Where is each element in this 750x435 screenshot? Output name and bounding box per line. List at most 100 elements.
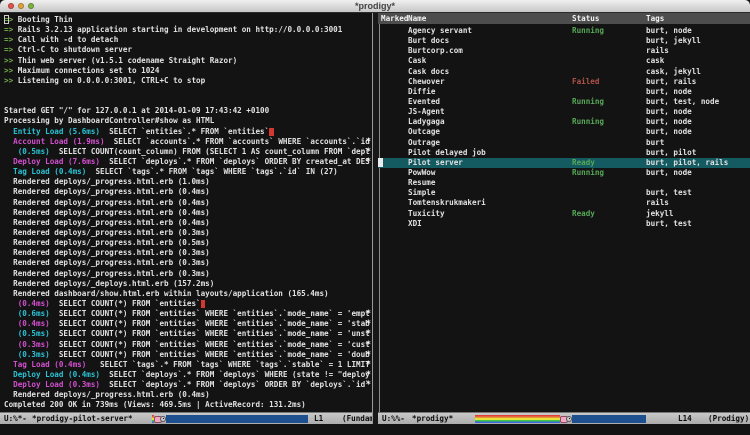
line-truncation-indicator: *	[366, 329, 371, 339]
service-row-tuxicity[interactable]: TuxicityReadyjekyll	[378, 209, 750, 219]
service-status: Running	[572, 26, 604, 36]
column-header-name: Name	[408, 13, 426, 24]
prodigy-pane[interactable]: Marked Name Status Tags Agency servantRu…	[378, 13, 750, 435]
service-name: PowWow	[408, 168, 435, 178]
log-line: Tag Load (0.4ms) SELECT `tags`.* FROM `t…	[4, 360, 372, 370]
line-truncation-indicator: *	[366, 350, 371, 360]
nyan-cat-icon	[560, 415, 572, 423]
service-row-burt-docs[interactable]: Burt docsburt, jekyll	[378, 36, 750, 46]
service-name: Simple	[408, 188, 435, 198]
service-name: JS-Agent	[408, 107, 445, 117]
service-name: Diffie	[408, 87, 435, 97]
buffer-state-flags: U:%%-	[382, 414, 405, 424]
log-line: Deploy Load (0.4ms) SELECT `deploys`.* F…	[4, 370, 372, 380]
nyan-progress-bar	[475, 415, 646, 423]
log-line: Processing by DashboardController#show a…	[4, 116, 372, 126]
service-row-cask-docs[interactable]: Cask docscask, jekyll	[378, 67, 750, 77]
service-tags: burt, node	[646, 107, 692, 117]
service-row-diffie[interactable]: Diffieburt, node	[378, 87, 750, 97]
service-row-powwow[interactable]: PowWowRunningburt, node	[378, 168, 750, 178]
log-line: Rendered deploys/_progress.html.erb (0.4…	[4, 218, 372, 228]
service-row-chewover[interactable]: ChewoverFailedburt, rails	[378, 77, 750, 87]
line-truncation-indicator: *	[366, 157, 371, 167]
log-line: Completed 200 OK in 739ms (Views: 469.5m…	[4, 400, 372, 410]
log-line: Rendered deploys/_progress.html.erb (0.4…	[4, 208, 372, 218]
trailing-whitespace-block	[201, 300, 206, 308]
nyan-cat-icon	[154, 415, 166, 423]
major-mode-name: (Prodigy)	[708, 414, 749, 424]
service-tags: rails	[646, 198, 669, 208]
service-tags: jekyll	[646, 209, 673, 219]
service-row-outcage[interactable]: Outcageburt, node	[378, 127, 750, 137]
service-row-resume[interactable]: Resume	[378, 178, 750, 188]
log-line: Rendered deploys/_deploys.html.erb (157.…	[4, 279, 372, 289]
log-line: Rendered dashboard/show.html.erb within …	[4, 289, 372, 299]
trailing-whitespace-block	[269, 128, 274, 136]
service-row-js-agent[interactable]: JS-Agent burt, node	[378, 107, 750, 117]
service-row-evented[interactable]: EventedRunningburt, test, node	[378, 97, 750, 107]
service-row-simple[interactable]: Simple burt, test	[378, 188, 750, 198]
log-line: Rendered deploys/_progress.html.erb (0.3…	[4, 248, 372, 258]
point-cursor	[378, 158, 383, 167]
buffer-state-flags: U:%*-	[4, 414, 27, 424]
column-header-tags: Tags	[646, 13, 664, 24]
service-tags: burt, test, node	[646, 97, 719, 107]
service-status: Ready	[572, 209, 595, 219]
log-line: Deploy Load (7.6ms) SELECT `deploys`.* F…	[4, 157, 372, 167]
service-name: Cask docs	[408, 67, 449, 77]
line-truncation-indicator: *	[366, 380, 371, 390]
column-header-status: Status	[572, 13, 599, 24]
nyan-remaining-bar	[572, 415, 646, 423]
log-line: => Ctrl-C to shutdown server	[4, 45, 372, 55]
line-truncation-indicator: *	[366, 370, 371, 380]
titlebar[interactable]: *prodigy*	[0, 0, 750, 13]
log-line: (0.6ms) SELECT COUNT(*) FROM `entities` …	[4, 309, 372, 319]
log-line: (0.5ms) SELECT COUNT(*) FROM `entities` …	[4, 329, 372, 339]
log-line	[4, 96, 372, 106]
service-name: Chewover	[408, 77, 445, 87]
service-tags: burt, node	[646, 117, 692, 127]
service-name: Pilot server	[408, 158, 463, 168]
service-list[interactable]: Agency servantRunningburt, nodeBurt docs…	[378, 26, 750, 229]
service-name: Burt docs	[408, 36, 449, 46]
line-truncation-indicator: *	[366, 147, 371, 157]
service-row-tomtenskrukmakeri[interactable]: Tomtenskrukmakerirails	[378, 198, 750, 208]
service-row-pilot-server[interactable]: Pilot server Ready burt, pilot, rails	[378, 158, 750, 168]
service-row-outrage[interactable]: Outrageburt	[378, 138, 750, 148]
log-line: => Booting Thin	[4, 15, 372, 25]
line-number-indicator: L14	[678, 414, 692, 424]
minibuffer-echo-area[interactable]	[0, 424, 750, 435]
service-name: Evented	[408, 97, 440, 107]
log-line: (0.4ms) SELECT COUNT(*) FROM `entities` …	[4, 319, 372, 329]
service-row-pilot-delayed-job[interactable]: Pilot delayed jobburt, pilot	[378, 148, 750, 158]
service-row-xdi[interactable]: XDIburt, test	[378, 219, 750, 229]
service-tags: burt, pilot, rails	[646, 158, 728, 168]
log-line: Rendered deploys/_progress.html.erb (0.3…	[4, 258, 372, 268]
service-tags: rails	[646, 46, 669, 56]
line-truncation-indicator: *	[366, 340, 371, 350]
log-line: => Call with -d to detach	[4, 35, 372, 45]
service-name: XDI	[408, 219, 422, 229]
log-line: Deploy Load (0.3ms) SELECT `deploys`.* F…	[4, 380, 372, 390]
log-line: => Rails 3.2.13 application starting in …	[4, 25, 372, 35]
log-line: Tag Load (0.4ms) SELECT `tags`.* FROM `t…	[4, 167, 372, 177]
log-line: Rendered deploys/_progress.html.erb (0.3…	[4, 269, 372, 279]
service-row-ladygaga[interactable]: LadygagaRunningburt, node	[378, 117, 750, 127]
service-row-agency-servant[interactable]: Agency servantRunningburt, node	[378, 26, 750, 36]
service-tags: cask	[646, 56, 664, 66]
log-line: Account Load (1.9ms) SELECT `accounts`.*…	[4, 137, 372, 147]
service-row-burtcorp-com[interactable]: Burtcorp.com rails	[378, 46, 750, 56]
service-tags: burt, test	[646, 188, 692, 198]
log-line: (0.4ms) SELECT COUNT(*) FROM `entities`	[4, 299, 372, 309]
nyan-remaining-bar	[166, 415, 308, 423]
log-line: >> Thin web server (v1.5.1 codename Stra…	[4, 56, 372, 66]
server-log-buffer[interactable]: => Booting Thin=> Rails 3.2.13 applicati…	[0, 14, 372, 414]
service-row-cask[interactable]: Caskcask	[378, 56, 750, 66]
server-log-pane[interactable]: => Booting Thin=> Rails 3.2.13 applicati…	[0, 13, 372, 435]
line-truncation-indicator: *	[366, 309, 371, 319]
service-status: Ready	[572, 158, 595, 168]
log-line: (0.3ms) SELECT COUNT(*) FROM `entities` …	[4, 340, 372, 350]
log-line: (0.5ms) SELECT COUNT(count_column) FROM …	[4, 147, 372, 157]
service-status: Running	[572, 168, 604, 178]
service-name: Burtcorp.com	[408, 46, 463, 56]
